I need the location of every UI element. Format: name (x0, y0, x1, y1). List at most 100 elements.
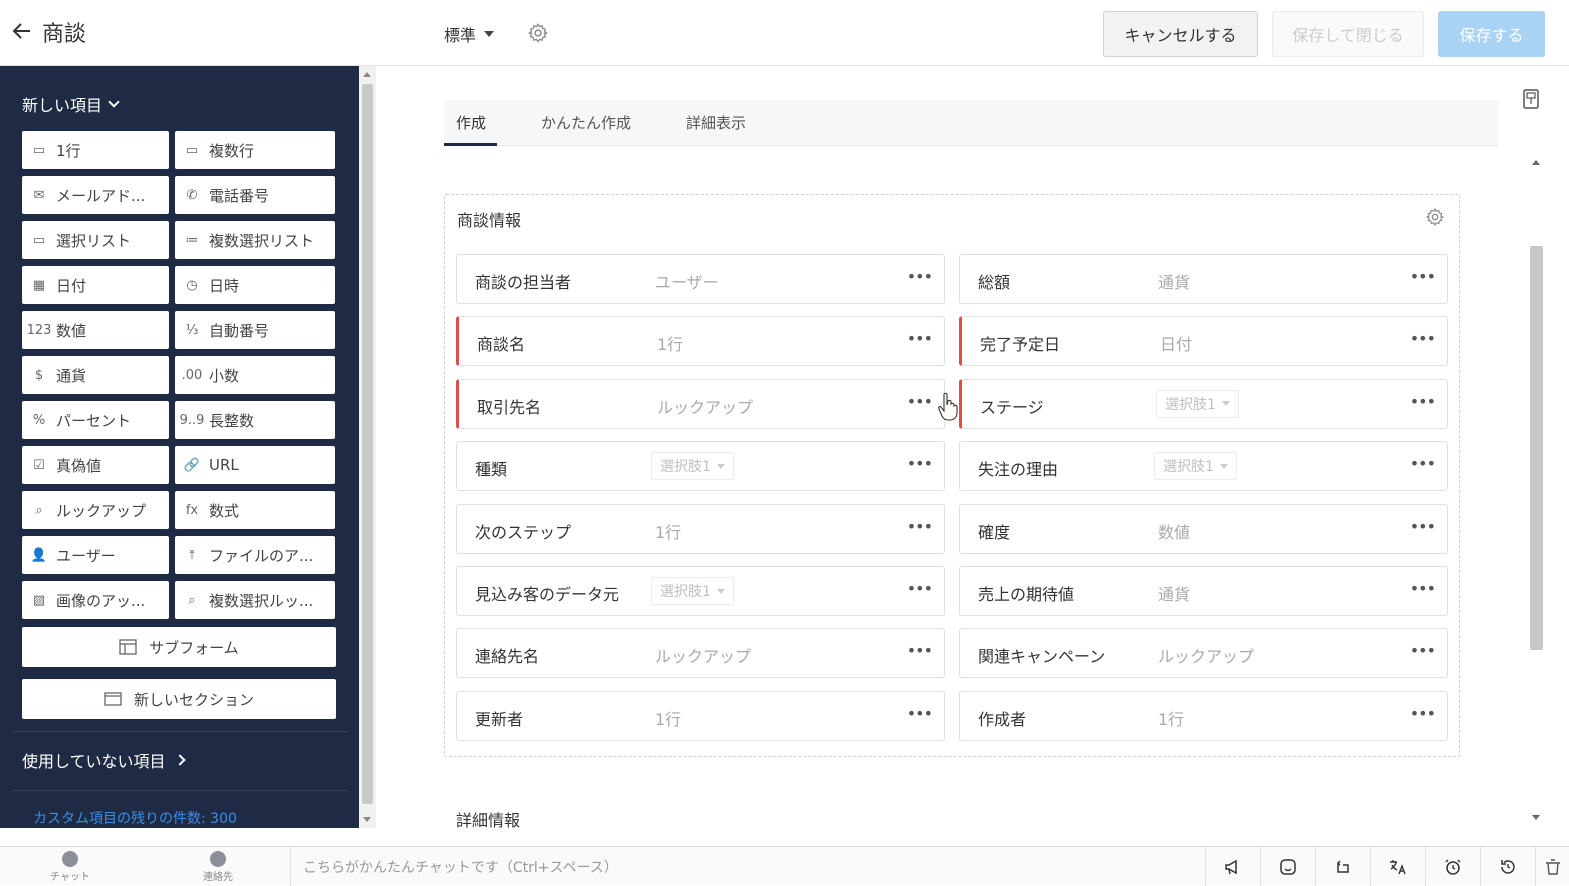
more-options-icon[interactable]: ••• (907, 329, 933, 348)
gear-icon[interactable] (527, 22, 549, 44)
more-options-icon[interactable]: ••• (1410, 517, 1436, 536)
new-section-tile[interactable]: 新しいセクション (22, 679, 336, 719)
more-options-icon[interactable]: ••• (907, 454, 933, 473)
layout-field[interactable]: 取引先名 ルックアップ ••• (456, 378, 945, 429)
more-options-icon[interactable]: ••• (1410, 267, 1436, 286)
sync-button[interactable] (1315, 847, 1370, 886)
layout-field[interactable]: 見込み客のデータ元 選択肢1 ••• (456, 566, 945, 616)
link-icon: 🔗 (183, 457, 201, 473)
custom-fields-remaining: カスタム項目の残りの件数: 300 (33, 811, 237, 827)
announcement-button[interactable] (1205, 847, 1260, 886)
tab-create[interactable]: 作成 (456, 112, 486, 133)
more-options-icon[interactable]: ••• (1410, 392, 1436, 411)
field-type-tile[interactable]: $ 通貨 (22, 356, 169, 394)
more-options-icon[interactable]: ••• (907, 267, 933, 286)
new-section-label: 新しいセクション (133, 690, 254, 709)
field-type-hint: ユーザー (655, 273, 719, 292)
canvas-scrollbar[interactable] (1528, 154, 1545, 826)
save-and-close-button[interactable]: 保存して閉じる (1272, 11, 1424, 57)
more-options-icon[interactable]: ••• (1410, 454, 1436, 473)
layout-field[interactable]: 完了予定日 日付 ••• (959, 316, 1448, 367)
tab-detail-view[interactable]: 詳細表示 (686, 112, 746, 133)
more-options-icon[interactable]: ••• (1410, 579, 1436, 598)
field-type-tile[interactable]: ⌕ ルックアップ (22, 491, 169, 529)
layout-field[interactable]: 種類 選択肢1 ••• (456, 441, 945, 492)
layout-field[interactable]: 更新者 1行 ••• (456, 690, 945, 741)
layout-field[interactable]: 次のステップ 1行 ••• (456, 503, 945, 554)
chat-button[interactable]: チャット (40, 851, 100, 883)
quick-chat-input[interactable]: こちらがかんたんチャットです（Ctrl+スペース） (290, 847, 1204, 886)
layout-field[interactable]: ステージ 選択肢1 ••• (959, 378, 1448, 429)
layout-field[interactable]: 連絡先名 ルックアップ ••• (456, 628, 945, 679)
more-options-icon[interactable]: ••• (907, 392, 933, 411)
field-type-tile[interactable]: ▨ 画像のアッ... (22, 581, 169, 619)
notes-button[interactable] (1260, 847, 1315, 886)
field-type-tile[interactable]: 👤 ユーザー (22, 536, 169, 574)
back-arrow-icon[interactable] (10, 19, 34, 43)
layout-field[interactable]: 商談の担当者 ユーザー ••• (456, 254, 945, 304)
layout-field[interactable]: 売上の期待値 通貨 ••• (959, 566, 1448, 616)
field-type-tile[interactable]: ✉ メールアド... (22, 176, 169, 214)
section-title: 商談情報 (457, 211, 522, 230)
field-type-tile[interactable]: ▭ 複数行 (175, 131, 335, 169)
field-type-label: 複数行 (209, 141, 255, 160)
save-button[interactable]: 保存する (1438, 11, 1545, 57)
picklist-option: 選択肢1 (660, 584, 711, 600)
unused-items-toggle[interactable]: 使用していない項目 (22, 748, 186, 772)
scroll-thumb[interactable] (1530, 246, 1543, 650)
trash-button[interactable] (1535, 847, 1569, 886)
field-type-tile[interactable]: ⅓ 自動番号 (175, 311, 335, 349)
tab-quick-create[interactable]: かんたん作成 (541, 112, 631, 133)
layout-field[interactable]: 失注の理由 選択肢1 ••• (959, 441, 1448, 492)
field-type-tile[interactable]: ▭ 選択リスト (22, 221, 169, 259)
scroll-down-arrow-icon[interactable] (1532, 815, 1540, 820)
layout-field[interactable]: 確度 数値 ••• (959, 503, 1448, 554)
field-type-tile[interactable]: 9..9 長整数 (175, 401, 335, 439)
field-type-hint: 1行 (657, 335, 684, 355)
field-type-tile[interactable]: % パーセント (22, 401, 169, 439)
field-type-tile[interactable]: ⌕ 複数選択ルッ... (175, 581, 335, 619)
preview-icon[interactable] (1522, 88, 1540, 110)
more-options-icon[interactable]: ••• (907, 704, 933, 723)
field-type-tile[interactable]: ☑ 真偽値 (22, 446, 169, 484)
chat-icon (62, 851, 78, 867)
field-type-tile[interactable]: ⤒ ファイルのア... (175, 536, 335, 574)
scroll-down-arrow-icon[interactable] (363, 817, 371, 822)
reminder-button[interactable] (1425, 847, 1480, 886)
subform-tile[interactable]: サブフォーム (22, 627, 336, 667)
new-items-toggle[interactable]: 新しい項目 (22, 92, 120, 116)
layout-field[interactable]: 総額 通貨 ••• (959, 254, 1448, 304)
scroll-up-arrow-icon[interactable] (363, 72, 371, 77)
field-type-tile[interactable]: ▦ 日付 (22, 266, 169, 304)
field-type-hint: 数値 (1158, 522, 1191, 542)
field-type-tile[interactable]: ≔ 複数選択リスト (175, 221, 335, 259)
layout-field[interactable]: 関連キャンペーン ルックアップ ••• (959, 628, 1448, 679)
more-options-icon[interactable]: ••• (1410, 641, 1436, 660)
more-options-icon[interactable]: ••• (907, 517, 933, 536)
field-type-tile[interactable]: 🔗 URL (175, 446, 335, 484)
scroll-up-arrow-icon[interactable] (1532, 160, 1540, 165)
sidebar-scrollbar[interactable] (359, 66, 376, 828)
layout-select[interactable]: 標準 (444, 22, 495, 46)
field-type-tile[interactable]: 123 数値 (22, 311, 169, 349)
more-options-icon[interactable]: ••• (1410, 329, 1436, 348)
field-type-tile[interactable]: .00 小数 (175, 356, 335, 394)
history-button[interactable] (1480, 847, 1535, 886)
field-type-tile[interactable]: ✆ 電話番号 (175, 176, 335, 214)
cancel-button[interactable]: キャンセルする (1103, 11, 1258, 57)
layout-field[interactable]: 作成者 1行 ••• (959, 690, 1448, 741)
more-options-icon[interactable]: ••• (907, 641, 933, 660)
layout-field[interactable]: 商談名 1行 ••• (456, 316, 945, 367)
multi-lookup-icon: ⌕ (188, 592, 196, 608)
scroll-thumb[interactable] (362, 84, 373, 804)
mail-icon: ✉ (33, 187, 45, 203)
contacts-button[interactable]: 連絡先 (188, 851, 248, 883)
section-gear-icon[interactable] (1425, 207, 1445, 227)
upload-icon: ⤒ (189, 547, 195, 563)
more-options-icon[interactable]: ••• (1410, 704, 1436, 723)
more-options-icon[interactable]: ••• (907, 579, 933, 598)
field-type-tile[interactable]: fx 数式 (175, 491, 335, 529)
field-type-tile[interactable]: ◷ 日時 (175, 266, 335, 304)
translate-button[interactable] (1370, 847, 1425, 886)
field-type-tile[interactable]: ▭ 1行 (22, 131, 169, 169)
